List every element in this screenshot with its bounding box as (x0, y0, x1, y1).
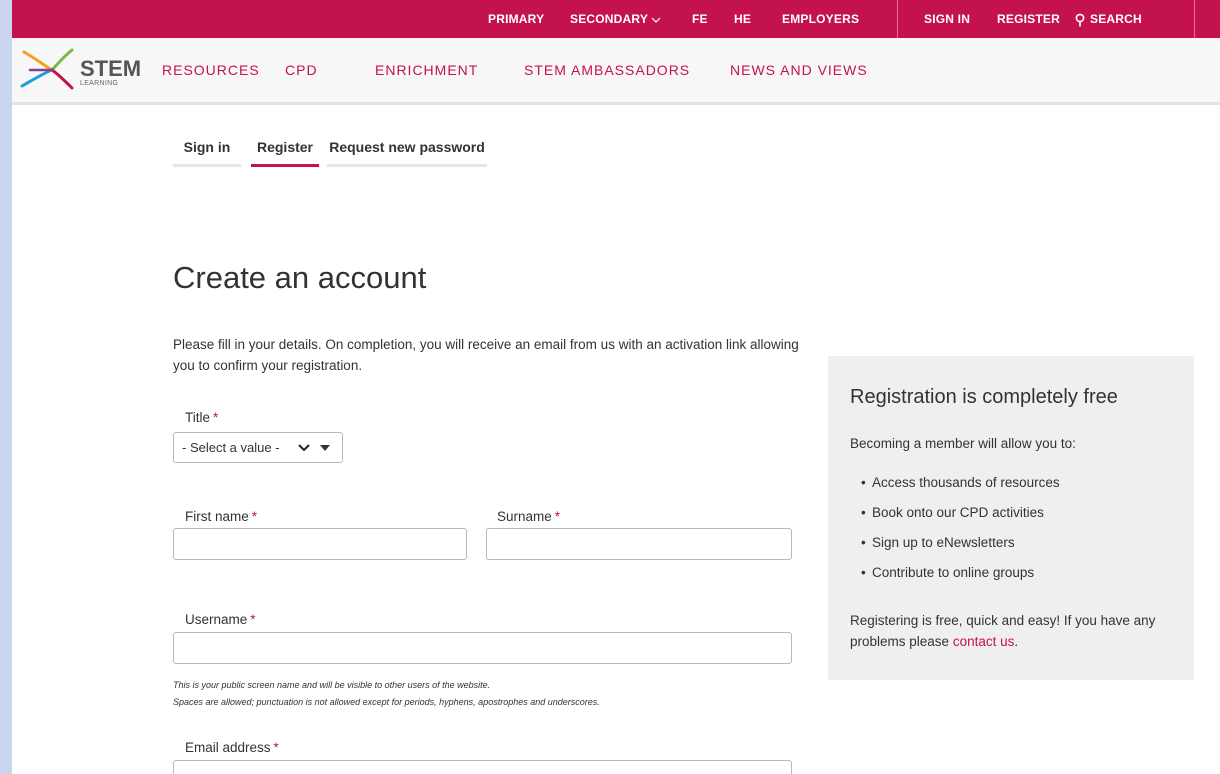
intro-text: Please fill in your details. On completi… (173, 337, 799, 373)
required-marker: * (213, 410, 219, 425)
list-item-text: Contribute to online groups (872, 565, 1035, 580)
surname-field[interactable] (486, 528, 792, 560)
divider (897, 0, 898, 38)
required-marker: * (273, 740, 279, 755)
bullet: • (861, 475, 866, 490)
search-link[interactable]: SEARCH (1074, 0, 1142, 38)
registration-info-panel: Registration is completely free Becoming… (828, 356, 1194, 680)
utility-bar: PRIMARY SECONDARY FE HE EMPLOYERS SIGN I… (12, 0, 1220, 38)
username-label-text: Username (185, 612, 248, 627)
bullet: • (861, 505, 866, 520)
nav-news-and-views[interactable]: NEWS AND VIEWS (730, 62, 868, 78)
nav-cpd[interactable]: CPD (285, 62, 318, 78)
logo-text: STEM (80, 56, 142, 81)
logo-mark-icon (20, 48, 74, 90)
email-field[interactable] (173, 760, 792, 774)
nav-secondary[interactable]: SECONDARY (570, 0, 661, 38)
nav-secondary-label: SECONDARY (570, 12, 649, 26)
required-marker: * (250, 612, 256, 627)
panel-title: Registration is completely free (850, 386, 1118, 408)
nav-employers[interactable]: EMPLOYERS (782, 0, 859, 38)
surname-label: Surname * (497, 509, 560, 524)
chevron-down-icon (651, 17, 661, 23)
username-help-2: Spaces are allowed; punctuation is not a… (173, 697, 600, 707)
panel-footer: Registering is free, quick and easy! If … (850, 610, 1180, 652)
page: PRIMARY SECONDARY FE HE EMPLOYERS SIGN I… (12, 0, 1220, 774)
register-link[interactable]: REGISTER (997, 0, 1060, 38)
search-icon (1075, 13, 1085, 27)
nav-he[interactable]: HE (734, 0, 751, 38)
logo-subtext: LEARNING (80, 80, 119, 87)
nav-primary[interactable]: PRIMARY (488, 0, 544, 38)
bullet: • (861, 565, 866, 580)
caret-down-icon (320, 445, 330, 451)
title-label: Title * (185, 410, 218, 425)
nav-stem-ambassadors[interactable]: STEM AMBASSADORS (524, 62, 690, 78)
username-help-1: This is your public screen name and will… (173, 680, 491, 690)
panel-lead: Becoming a member will allow you to: (850, 436, 1076, 451)
required-marker: * (554, 509, 561, 524)
title-select[interactable]: - Select a value - (173, 432, 343, 463)
first-name-field[interactable] (173, 528, 467, 560)
contact-us-link[interactable]: contact us (953, 634, 1015, 649)
stem-logo[interactable]: STEM LEARNING (20, 46, 150, 92)
page-title: Create an account (173, 260, 427, 295)
list-item: • Access thousands of resources (850, 472, 1060, 502)
email-label-text: Email address (185, 740, 271, 755)
nav-enrichment[interactable]: ENRICHMENT (375, 62, 478, 78)
username-label: Username * (185, 612, 256, 627)
list-item: • Book onto our CPD activities (850, 502, 1060, 532)
benefits-list: • Access thousands of resources • Book ont… (850, 472, 1060, 592)
footer-end: . (1014, 634, 1019, 649)
email-label: Email address * (185, 740, 279, 755)
bullet: • (861, 535, 866, 550)
chevron-down-icon (298, 444, 310, 452)
title-label-text: Title (185, 410, 211, 425)
list-item: • Contribute to online groups (850, 562, 1060, 592)
main-navbar: STEM LEARNING RESOURCES CPD ENRICHMENT S… (12, 38, 1220, 105)
list-item: • Sign up to eNewsletters (850, 532, 1060, 562)
list-item-text: Sign up to eNewsletters (872, 535, 1015, 550)
search-label: SEARCH (1090, 12, 1142, 26)
tab-request-new-password[interactable]: Request new password (327, 134, 487, 167)
tab-sign-in[interactable]: Sign in (173, 134, 241, 167)
sign-in-link[interactable]: SIGN IN (924, 0, 970, 38)
list-item-text: Book onto our CPD activities (872, 505, 1044, 520)
required-marker: * (251, 509, 258, 524)
first-name-label: First name * (185, 509, 257, 524)
list-item-text: Access thousands of resources (872, 475, 1060, 490)
surname-label-text: Surname (497, 509, 552, 524)
nav-resources[interactable]: RESOURCES (162, 62, 260, 78)
divider (1194, 0, 1195, 38)
nav-fe[interactable]: FE (692, 0, 708, 38)
title-select-value: - Select a value - (182, 440, 280, 455)
username-field[interactable] (173, 632, 792, 664)
tab-register[interactable]: Register (251, 134, 319, 167)
first-name-label-text: First name (185, 509, 249, 524)
